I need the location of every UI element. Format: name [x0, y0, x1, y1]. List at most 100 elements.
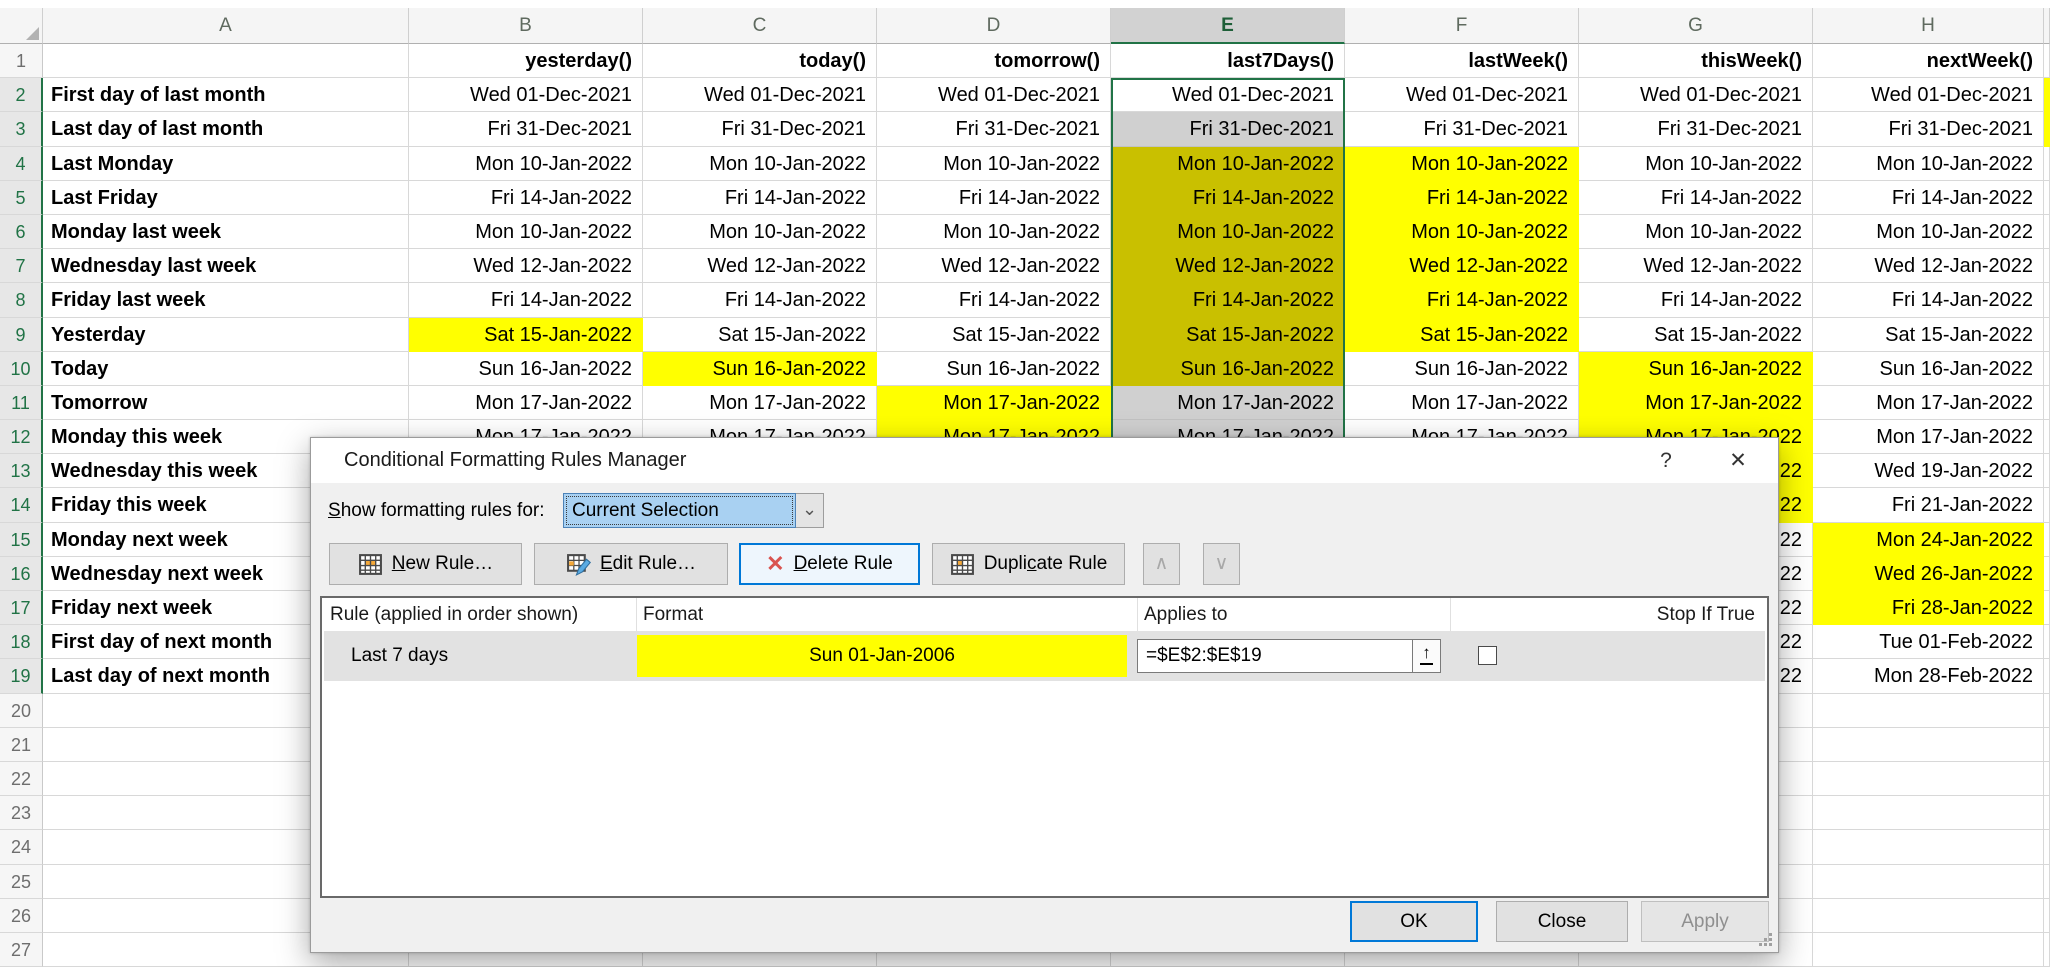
- cell-C9[interactable]: Sat 15-Jan-2022: [643, 318, 877, 352]
- row-header-20[interactable]: 20: [0, 694, 43, 728]
- cell-A11[interactable]: Tomorrow: [43, 386, 409, 420]
- cell-I21[interactable]: [2044, 728, 2050, 762]
- row-header-16[interactable]: 16: [0, 557, 43, 591]
- row-header-3[interactable]: 3: [0, 112, 43, 147]
- cell-D1[interactable]: tomorrow(): [877, 44, 1111, 78]
- cell-F9[interactable]: Sat 15-Jan-2022: [1345, 318, 1579, 352]
- cell-F4[interactable]: Mon 10-Jan-2022: [1345, 147, 1579, 181]
- row-header-10[interactable]: 10: [0, 352, 43, 386]
- row-header-4[interactable]: 4: [0, 147, 43, 181]
- row-header-7[interactable]: 7: [0, 249, 43, 283]
- cell-B5[interactable]: Fri 14-Jan-2022: [409, 181, 643, 215]
- row-header-27[interactable]: 27: [0, 933, 43, 967]
- cell-H2[interactable]: Wed 01-Dec-2021: [1813, 78, 2044, 112]
- cell-E7[interactable]: Wed 12-Jan-2022: [1111, 249, 1345, 283]
- row-header-15[interactable]: 15: [0, 523, 43, 557]
- cell-I17[interactable]: [2044, 591, 2050, 625]
- cell-C1[interactable]: today(): [643, 44, 877, 78]
- cell-C3[interactable]: Fri 31-Dec-2021: [643, 112, 877, 147]
- cell-I12[interactable]: [2044, 420, 2050, 454]
- move-rule-up-button[interactable]: ∧: [1143, 543, 1180, 585]
- row-header-9[interactable]: 9: [0, 318, 43, 352]
- duplicate-rule-button[interactable]: Duplicate Rule: [932, 543, 1125, 585]
- row-header-13[interactable]: 13: [0, 454, 43, 488]
- cell-B1[interactable]: yesterday(): [409, 44, 643, 78]
- cell-E3[interactable]: Fri 31-Dec-2021: [1111, 112, 1345, 147]
- cell-E4[interactable]: Mon 10-Jan-2022: [1111, 147, 1345, 181]
- new-rule-button[interactable]: New Rule…: [329, 543, 522, 585]
- cell-G11[interactable]: Mon 17-Jan-2022: [1579, 386, 1813, 420]
- cell-B2[interactable]: Wed 01-Dec-2021: [409, 78, 643, 112]
- stop-if-true-checkbox[interactable]: [1478, 646, 1497, 665]
- cell-B8[interactable]: Fri 14-Jan-2022: [409, 283, 643, 318]
- cell-H24[interactable]: [1813, 830, 2044, 865]
- cell-D4[interactable]: Mon 10-Jan-2022: [877, 147, 1111, 181]
- column-header-D[interactable]: D: [877, 8, 1111, 44]
- cell-I8[interactable]: [2044, 283, 2050, 318]
- cell-G2[interactable]: Wed 01-Dec-2021: [1579, 78, 1813, 112]
- scope-dropdown-value[interactable]: Current Selection: [563, 493, 796, 528]
- cell-H13[interactable]: Wed 19-Jan-2022: [1813, 454, 2044, 488]
- cell-G1[interactable]: thisWeek(): [1579, 44, 1813, 78]
- cell-C10[interactable]: Sun 16-Jan-2022: [643, 352, 877, 386]
- cell-C2[interactable]: Wed 01-Dec-2021: [643, 78, 877, 112]
- cell-D5[interactable]: Fri 14-Jan-2022: [877, 181, 1111, 215]
- cell-E11[interactable]: Mon 17-Jan-2022: [1111, 386, 1345, 420]
- close-icon[interactable]: ✕: [1718, 438, 1758, 483]
- cell-H19[interactable]: Mon 28-Feb-2022: [1813, 659, 2044, 694]
- cell-E9[interactable]: Sat 15-Jan-2022: [1111, 318, 1345, 352]
- select-all-corner[interactable]: [0, 8, 43, 44]
- cell-I23[interactable]: [2044, 796, 2050, 830]
- cell-H25[interactable]: [1813, 865, 2044, 899]
- cell-I3[interactable]: [2044, 112, 2050, 147]
- scope-dropdown[interactable]: Current Selection ⌄: [563, 493, 824, 528]
- close-button[interactable]: Close: [1496, 901, 1628, 942]
- row-header-5[interactable]: 5: [0, 181, 43, 215]
- delete-rule-button[interactable]: ✕ Delete Rule: [739, 543, 920, 585]
- cell-H26[interactable]: [1813, 899, 2044, 933]
- row-header-12[interactable]: 12: [0, 420, 43, 454]
- column-header-H[interactable]: H: [1813, 8, 2044, 44]
- cell-H23[interactable]: [1813, 796, 2044, 830]
- column-header-G[interactable]: G: [1579, 8, 1813, 44]
- cell-H27[interactable]: [1813, 933, 2044, 967]
- applies-to-input[interactable]: =$E$2:$E$19 ↑: [1137, 639, 1441, 673]
- cell-C11[interactable]: Mon 17-Jan-2022: [643, 386, 877, 420]
- row-header-18[interactable]: 18: [0, 625, 43, 659]
- cell-A5[interactable]: Last Friday: [43, 181, 409, 215]
- cell-G10[interactable]: Sun 16-Jan-2022: [1579, 352, 1813, 386]
- cell-E1[interactable]: last7Days(): [1111, 44, 1345, 78]
- cell-I16[interactable]: [2044, 557, 2050, 591]
- column-header-A[interactable]: A: [43, 8, 409, 44]
- cell-H22[interactable]: [1813, 762, 2044, 796]
- cell-E5[interactable]: Fri 14-Jan-2022: [1111, 181, 1345, 215]
- cell-A7[interactable]: Wednesday last week: [43, 249, 409, 283]
- column-header-B[interactable]: B: [409, 8, 643, 44]
- column-header-F[interactable]: F: [1345, 8, 1579, 44]
- cell-A2[interactable]: First day of last month: [43, 78, 409, 112]
- cell-I25[interactable]: [2044, 865, 2050, 899]
- move-rule-down-button[interactable]: ∨: [1203, 543, 1240, 585]
- row-header-19[interactable]: 19: [0, 659, 43, 694]
- cell-C8[interactable]: Fri 14-Jan-2022: [643, 283, 877, 318]
- cell-A10[interactable]: Today: [43, 352, 409, 386]
- cell-H14[interactable]: Fri 21-Jan-2022: [1813, 488, 2044, 523]
- cell-D2[interactable]: Wed 01-Dec-2021: [877, 78, 1111, 112]
- range-picker-button[interactable]: ↑: [1412, 640, 1440, 672]
- cell-B3[interactable]: Fri 31-Dec-2021: [409, 112, 643, 147]
- cell-H3[interactable]: Fri 31-Dec-2021: [1813, 112, 2044, 147]
- cell-F6[interactable]: Mon 10-Jan-2022: [1345, 215, 1579, 249]
- cell-E6[interactable]: Mon 10-Jan-2022: [1111, 215, 1345, 249]
- cell-F2[interactable]: Wed 01-Dec-2021: [1345, 78, 1579, 112]
- cell-C7[interactable]: Wed 12-Jan-2022: [643, 249, 877, 283]
- rule-row-last-7-days[interactable]: Last 7 days Sun 01-Jan-2006 =$E$2:$E$19 …: [324, 631, 1765, 681]
- cell-H7[interactable]: Wed 12-Jan-2022: [1813, 249, 2044, 283]
- cell-F1[interactable]: lastWeek(): [1345, 44, 1579, 78]
- cell-A4[interactable]: Last Monday: [43, 147, 409, 181]
- cell-I14[interactable]: [2044, 488, 2050, 523]
- cell-F7[interactable]: Wed 12-Jan-2022: [1345, 249, 1579, 283]
- cell-I24[interactable]: [2044, 830, 2050, 865]
- cell-F10[interactable]: Sun 16-Jan-2022: [1345, 352, 1579, 386]
- cell-I11[interactable]: [2044, 386, 2050, 420]
- dialog-title-bar[interactable]: Conditional Formatting Rules Manager ? ✕: [311, 438, 1778, 483]
